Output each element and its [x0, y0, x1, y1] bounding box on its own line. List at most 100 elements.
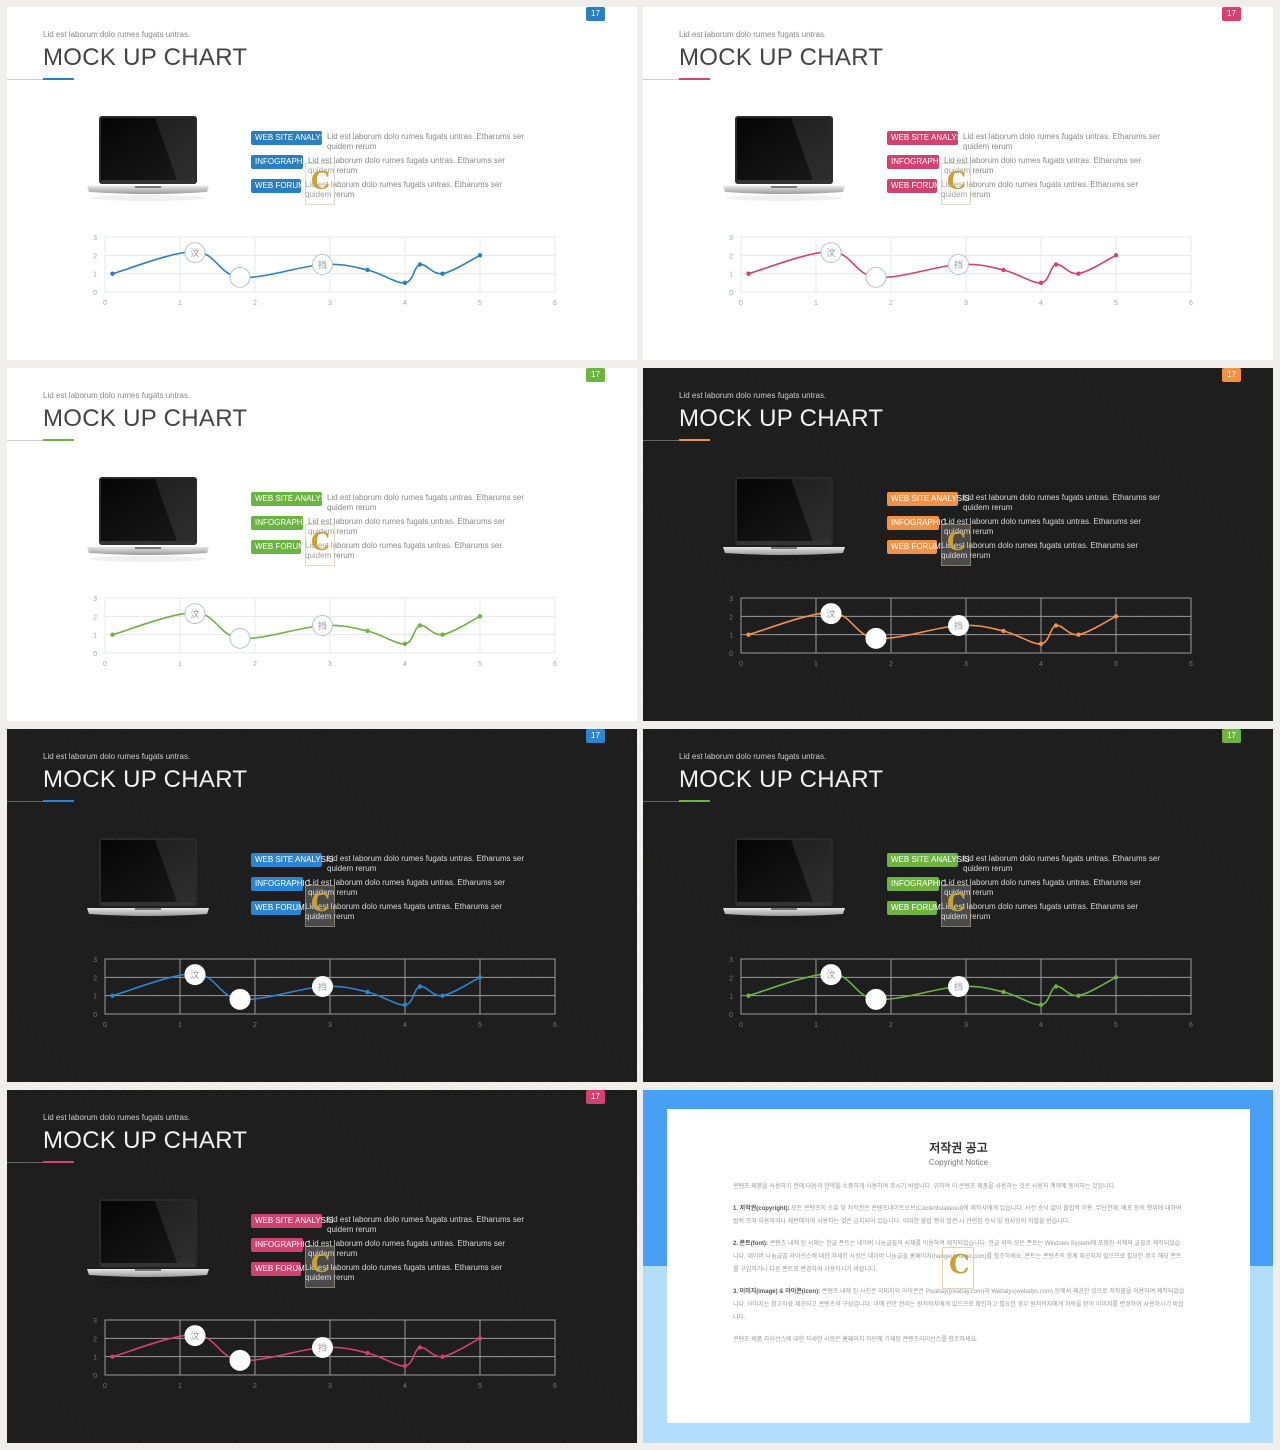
data-point [440, 1354, 445, 1359]
tag-infographic[interactable]: INFOGRAPHIC [251, 877, 311, 891]
tag-web-forum[interactable]: WEB FORUM [887, 540, 941, 554]
legend-item: INFOGRAPHIC Lid est laborum dolo rumes f… [251, 877, 551, 901]
y-tick-label: 0 [729, 651, 733, 658]
data-point [1053, 623, 1059, 628]
slide-3[interactable]: 17 Lid est laborum dolo rumes fugats unt… [7, 368, 637, 721]
section-heading: 3. 이미지(image) & 아이콘(icon): [733, 1289, 821, 1295]
series-line [112, 250, 481, 284]
slide-4[interactable]: 17 Lid est laborum dolo rumes fugats unt… [643, 368, 1273, 721]
tag-web-forum[interactable]: WEB FORUM [887, 901, 941, 915]
y-tick-label: 0 [729, 1012, 733, 1019]
x-tick-label: 0 [739, 300, 743, 307]
title-divider [7, 1162, 43, 1163]
data-point [417, 623, 423, 628]
data-point [417, 262, 423, 267]
y-tick-label: 1 [729, 633, 733, 640]
legend-description: Lid est laborum dolo rumes fugats untras… [305, 180, 502, 199]
data-point [1113, 253, 1119, 258]
tag-web-forum[interactable]: WEB FORUM [251, 901, 305, 915]
tag-web-site-analysis[interactable]: WEB SITE ANALYSIS [887, 131, 958, 145]
slide-subtitle: Lid est laborum dolo rumes fugats untras… [679, 30, 827, 39]
page-number-badge: 17 [1222, 7, 1241, 21]
slide-2[interactable]: 17 Lid est laborum dolo rumes fugats unt… [643, 7, 1273, 360]
data-point [440, 271, 445, 276]
tag-infographic[interactable]: INFOGRAPHIC [251, 1238, 311, 1252]
tag-infographic[interactable]: INFOGRAPHIC [887, 877, 947, 891]
legend-description: Lid est laborum dolo rumes fugats untras… [308, 878, 505, 897]
highlight-marker [229, 1349, 251, 1371]
series-line [748, 972, 1117, 1006]
tag-web-site-analysis[interactable]: WEB SITE ANALYSIS [887, 492, 970, 506]
tag-web-site-analysis[interactable]: WEB SITE ANALYSIS [887, 853, 970, 867]
x-tick-label: 1 [814, 300, 818, 307]
x-tick-label: 4 [1039, 300, 1043, 307]
copyright-subtitle: Copyright Notice [928, 1158, 989, 1167]
data-point [746, 271, 751, 276]
x-tick-label: 4 [403, 300, 407, 307]
tag-web-forum[interactable]: WEB FORUM [251, 1262, 305, 1276]
y-tick-label: 3 [93, 596, 97, 603]
x-tick-label: 4 [403, 1022, 407, 1029]
y-tick-label: 1 [93, 1355, 97, 1362]
slide-title: MOCK UP CHART [43, 405, 248, 432]
y-tick-label: 3 [93, 235, 97, 242]
highlight-marker [865, 627, 887, 649]
page-number-badge: 17 [586, 7, 605, 21]
tag-web-site-analysis[interactable]: WEB SITE ANALYSIS [251, 131, 322, 145]
x-tick-label: 6 [553, 300, 557, 307]
tag-infographic[interactable]: INFOGRAPHIC [887, 155, 939, 169]
highlight-marker [229, 627, 251, 649]
slide-6[interactable]: 17 Lid est laborum dolo rumes fugats unt… [643, 729, 1273, 1082]
y-tick-label: 2 [93, 975, 97, 982]
legend-list: WEB SITE ANALYSIS Lid est laborum dolo r… [887, 853, 1187, 925]
x-tick-label: 6 [553, 1022, 557, 1029]
title-accent-bar [43, 439, 74, 441]
laptop-mockup-image [87, 116, 209, 201]
slide-title: MOCK UP CHART [43, 766, 248, 793]
y-tick-label: 0 [93, 1012, 97, 1019]
tag-web-site-analysis[interactable]: WEB SITE ANALYSIS [251, 492, 322, 506]
legend-item: WEB FORUM Lid est laborum dolo rumes fug… [887, 179, 1187, 203]
tag-infographic[interactable]: INFOGRAPHIC [887, 516, 947, 530]
tag-web-forum[interactable]: WEB FORUM [887, 179, 937, 193]
series-line [748, 250, 1117, 284]
data-point [440, 632, 445, 637]
x-tick-label: 0 [739, 661, 743, 668]
data-point [477, 614, 483, 619]
tag-web-site-analysis[interactable]: WEB SITE ANALYSIS [251, 1214, 334, 1228]
slide-7[interactable]: 17 Lid est laborum dolo rumes fugats unt… [7, 1090, 637, 1443]
tag-web-forum[interactable]: WEB FORUM [251, 540, 301, 554]
y-tick-label: 0 [729, 290, 733, 297]
copyright-intro: 콘텐츠 제품을 사용하기 전에 다음의 한약을 소중하게 사용하여 주시기 바랍… [733, 1184, 1116, 1190]
x-tick-label: 0 [103, 1022, 107, 1029]
legend-item: WEB FORUM Lid est laborum dolo rumes fug… [251, 540, 551, 564]
laptop-mockup-image [87, 838, 209, 923]
tag-web-forum[interactable]: WEB FORUM [251, 179, 301, 193]
line-chart: 0 1 2 3 0 1 2 3 4 5 6 汶挡 [93, 1318, 557, 1390]
x-tick-label: 5 [478, 1022, 482, 1029]
legend-description: Lid est laborum dolo rumes fugats untras… [305, 902, 502, 921]
tag-web-site-analysis[interactable]: WEB SITE ANALYSIS [251, 853, 334, 867]
slide-title: MOCK UP CHART [679, 405, 884, 432]
tag-infographic[interactable]: INFOGRAPHIC [251, 155, 303, 169]
slide-5[interactable]: 17 Lid est laborum dolo rumes fugats unt… [7, 729, 637, 1082]
page-number-badge: 17 [1222, 368, 1241, 382]
laptop-mockup-image [723, 116, 845, 201]
y-tick-label: 0 [93, 1373, 97, 1380]
laptop-mockup-image [723, 477, 845, 562]
data-point [110, 271, 115, 276]
x-tick-label: 2 [253, 1383, 257, 1390]
x-tick-label: 2 [253, 661, 257, 668]
x-tick-label: 6 [553, 661, 557, 668]
x-tick-label: 0 [103, 300, 107, 307]
marker-label: 汶 [190, 1330, 199, 1342]
data-point [1038, 641, 1044, 647]
legend-description: Lid est laborum dolo rumes fugats untras… [944, 878, 1141, 897]
y-tick-label: 1 [93, 633, 97, 640]
slide-1[interactable]: 17 Lid est laborum dolo rumes fugats unt… [7, 7, 637, 360]
marker-label: 挡 [954, 981, 963, 993]
tag-infographic[interactable]: INFOGRAPHIC [251, 516, 303, 530]
y-tick-label: 2 [729, 975, 733, 982]
copyright-footer: 콘텐츠 제품 라이선스에 대한 자세한 사항은 홈페이지 하단에 기재된 콘텐츠… [733, 1337, 978, 1343]
series-line [112, 972, 481, 1006]
